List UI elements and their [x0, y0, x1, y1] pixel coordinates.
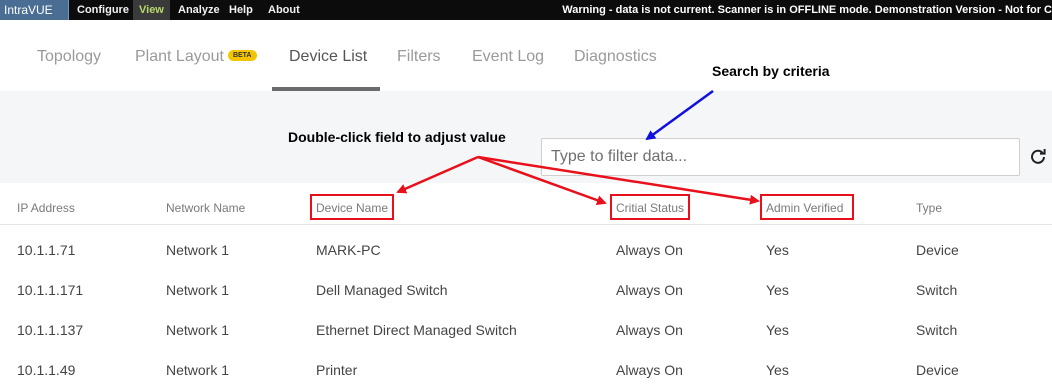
tab-device-list[interactable]: Device List — [289, 48, 367, 66]
tab-label: Topology — [37, 48, 102, 65]
cell-ip[interactable]: 10.1.1.171 — [17, 282, 83, 298]
cell-network[interactable]: Network 1 — [166, 362, 229, 378]
table-row[interactable]: 10.1.1.171 Network 1 Dell Managed Switch… — [0, 268, 1052, 308]
cell-network[interactable]: Network 1 — [166, 322, 229, 338]
menu-bar: IntraVUE Configure View Analyze Help Abo… — [0, 0, 1052, 20]
double-click-annotation: Double-click field to adjust value — [288, 129, 506, 145]
cell-ip[interactable]: 10.1.1.49 — [17, 362, 75, 378]
app-name: IntraVUE — [0, 0, 69, 20]
tab-label: Event Log — [472, 48, 545, 65]
cell-ip[interactable]: 10.1.1.71 — [17, 242, 75, 258]
filter-area — [0, 91, 1052, 183]
cell-admin-verified[interactable]: Yes — [766, 282, 789, 298]
tab-label: Diagnostics — [574, 48, 657, 65]
tab-filters[interactable]: Filters — [397, 48, 441, 66]
tab-topology[interactable]: Topology — [37, 48, 101, 66]
menu-view[interactable]: View — [133, 0, 170, 20]
search-annotation: Search by criteria — [712, 63, 830, 79]
column-network-name[interactable]: Network Name — [166, 201, 245, 215]
admin-verified-highlight — [760, 194, 854, 220]
cell-critical-status[interactable]: Always On — [616, 242, 683, 258]
tab-plant-layout[interactable]: Plant Layout BETA — [135, 48, 257, 66]
cell-admin-verified[interactable]: Yes — [766, 362, 789, 378]
cell-device-name[interactable]: Dell Managed Switch — [316, 282, 448, 298]
table-row[interactable]: 10.1.1.71 Network 1 MARK-PC Always On Ye… — [0, 228, 1052, 268]
refresh-icon[interactable] — [1029, 148, 1047, 166]
cell-ip[interactable]: 10.1.1.137 — [17, 322, 83, 338]
cell-critical-status[interactable]: Always On — [616, 322, 683, 338]
column-type[interactable]: Type — [916, 201, 942, 215]
tab-label: Filters — [397, 48, 441, 65]
cell-admin-verified[interactable]: Yes — [766, 322, 789, 338]
column-ip-address[interactable]: IP Address — [17, 201, 75, 215]
menu-analyze[interactable]: Analyze — [172, 0, 226, 20]
cell-network[interactable]: Network 1 — [166, 242, 229, 258]
offline-warning: Warning - data is not current. Scanner i… — [562, 4, 1052, 16]
tab-label: Device List — [289, 48, 368, 65]
cell-admin-verified[interactable]: Yes — [766, 242, 789, 258]
filter-input[interactable] — [541, 138, 1020, 176]
cell-type[interactable]: Device — [916, 362, 959, 378]
tab-diagnostics[interactable]: Diagnostics — [574, 48, 657, 66]
table-row[interactable]: 10.1.1.49 Network 1 Printer Always On Ye… — [0, 348, 1052, 388]
cell-type[interactable]: Switch — [916, 282, 957, 298]
beta-badge: BETA — [227, 50, 257, 62]
cell-type[interactable]: Switch — [916, 322, 957, 338]
menu-configure[interactable]: Configure — [71, 0, 135, 20]
table-row[interactable]: 10.1.1.137 Network 1 Ethernet Direct Man… — [0, 308, 1052, 348]
menu-help[interactable]: Help — [223, 0, 259, 20]
cell-critical-status[interactable]: Always On — [616, 362, 683, 378]
cell-critical-status[interactable]: Always On — [616, 282, 683, 298]
tab-event-log[interactable]: Event Log — [472, 48, 544, 66]
cell-device-name[interactable]: MARK-PC — [316, 242, 381, 258]
cell-network[interactable]: Network 1 — [166, 282, 229, 298]
cell-type[interactable]: Device — [916, 242, 959, 258]
tab-bar: Topology Plant Layout BETA Device List Fi… — [0, 20, 1052, 91]
device-name-highlight — [310, 194, 394, 220]
tab-label: Plant Layout — [135, 48, 224, 65]
critical-status-highlight — [610, 194, 690, 220]
menu-about[interactable]: About — [262, 0, 306, 20]
table-header: IP Address Network Name Device Name Crit… — [0, 183, 1052, 225]
cell-device-name[interactable]: Ethernet Direct Managed Switch — [316, 322, 517, 338]
cell-device-name[interactable]: Printer — [316, 362, 357, 378]
